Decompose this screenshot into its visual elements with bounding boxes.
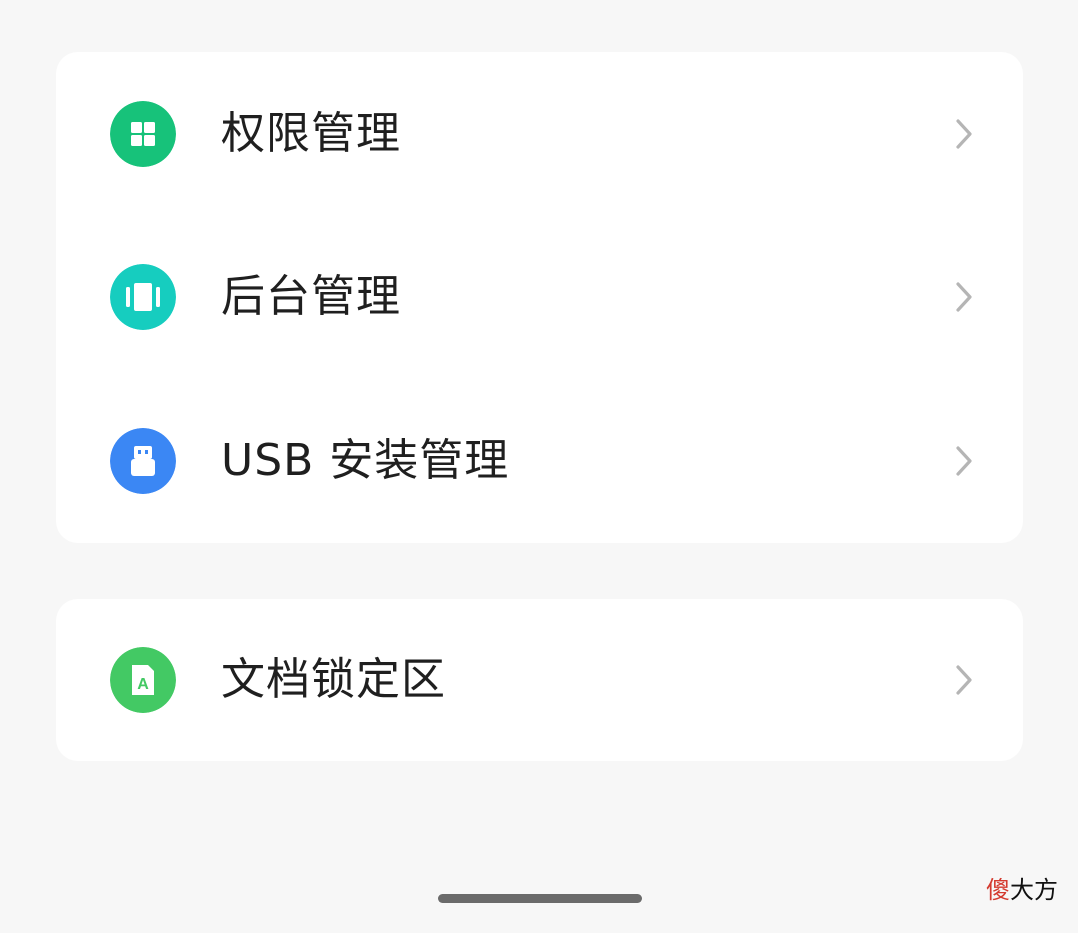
document-lock-icon: A — [110, 647, 176, 713]
svg-text:A: A — [137, 676, 149, 693]
chevron-right-icon — [956, 446, 972, 476]
background-apps-icon — [110, 264, 176, 330]
list-item-usb-install-management[interactable]: USB 安装管理 — [56, 379, 1023, 543]
watermark-rest: 大方 — [1010, 876, 1058, 904]
permission-grid-icon — [110, 100, 176, 167]
settings-card-primary: 权限管理 后台管理 USB 安装管理 — [56, 52, 1023, 543]
settings-card-secondary: A 文档锁定区 — [56, 599, 1023, 761]
watermark-first-char: 傻 — [986, 876, 1010, 904]
chevron-right-icon — [956, 118, 972, 149]
list-item-document-lock-area[interactable]: A 文档锁定区 — [56, 599, 1023, 761]
chevron-right-icon — [956, 282, 972, 312]
usb-install-icon — [110, 428, 176, 494]
list-item-label: 权限管理 — [221, 107, 401, 159]
watermark: 傻大方 — [986, 878, 1058, 902]
list-item-label: 后台管理 — [221, 271, 401, 322]
list-item-background-management[interactable]: 后台管理 — [56, 215, 1023, 379]
list-item-label: 文档锁定区 — [221, 654, 446, 705]
chevron-right-icon — [956, 665, 972, 695]
list-item-permission-management[interactable]: 权限管理 — [56, 52, 1023, 215]
home-indicator[interactable] — [438, 894, 642, 903]
list-item-label: USB 安装管理 — [221, 435, 510, 486]
